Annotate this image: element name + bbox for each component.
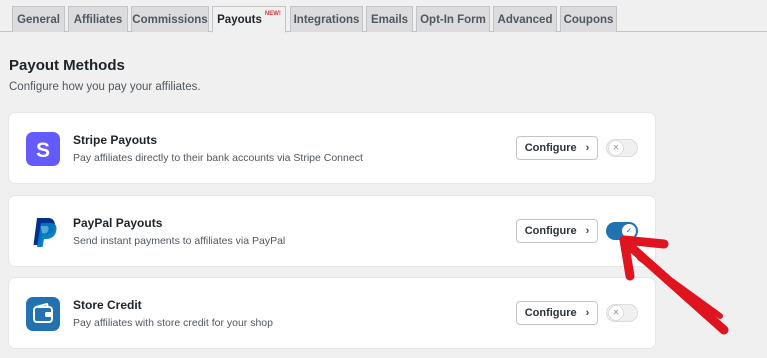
tab-payouts[interactable]: Payouts NEW! <box>212 6 286 33</box>
tab-affiliates[interactable]: Affiliates <box>68 6 128 32</box>
configure-button-paypal[interactable]: Configure › <box>516 219 598 243</box>
tab-advanced[interactable]: Advanced <box>493 6 557 32</box>
tab-label: Payouts <box>217 13 262 26</box>
configure-label: Configure <box>524 142 577 154</box>
method-description: Send instant payments to affiliates via … <box>73 235 286 247</box>
method-description: Pay affiliates with store credit for you… <box>73 317 273 329</box>
tab-label: Affiliates <box>73 13 123 26</box>
tab-label: Commissions <box>132 13 208 26</box>
toggle-off-x-icon: ✕ <box>609 141 623 155</box>
tab-opt-in-form[interactable]: Opt-In Form <box>416 6 490 32</box>
payout-method-card-store-credit: Store Credit Pay affiliates with store c… <box>9 278 655 348</box>
tab-commissions[interactable]: Commissions <box>131 6 209 32</box>
method-description: Pay affiliates directly to their bank ac… <box>73 152 363 164</box>
method-name: Store Credit <box>73 298 142 312</box>
page-description: Configure how you pay your affiliates. <box>9 81 201 93</box>
tab-label: Emails <box>370 13 409 26</box>
chevron-right-icon: › <box>585 225 590 237</box>
method-name: Stripe Payouts <box>73 133 158 147</box>
paypal-logo-icon <box>26 215 60 249</box>
chevron-right-icon: › <box>585 307 590 319</box>
tab-emails[interactable]: Emails <box>366 6 413 32</box>
svg-text:S: S <box>36 139 50 162</box>
new-badge: NEW! <box>264 10 281 17</box>
tab-label: Advanced <box>497 13 553 26</box>
paypal-enable-toggle[interactable]: ✓ <box>606 222 638 240</box>
stripe-logo-icon: S <box>26 132 60 166</box>
tab-label: Opt-In Form <box>420 13 486 26</box>
tab-coupons[interactable]: Coupons <box>560 6 617 32</box>
page-title: Payout Methods <box>9 57 125 74</box>
configure-button-store-credit[interactable]: Configure › <box>516 301 598 325</box>
checkmark-icon: ✓ <box>622 224 636 238</box>
chevron-right-icon: › <box>585 142 590 154</box>
configure-button-stripe[interactable]: Configure › <box>516 136 598 160</box>
store-credit-enable-toggle[interactable]: ✕ <box>606 304 638 322</box>
payout-method-card-stripe: S Stripe Payouts Pay affiliates directly… <box>9 113 655 183</box>
tab-label: Integrations <box>293 13 360 26</box>
method-name: PayPal Payouts <box>73 216 163 230</box>
wallet-icon <box>26 297 60 331</box>
stripe-enable-toggle[interactable]: ✕ <box>606 139 638 157</box>
settings-tabs: General Affiliates Commissions Payouts NE… <box>0 0 767 33</box>
payout-method-card-paypal: PayPal Payouts Send instant payments to … <box>9 196 655 266</box>
tab-general[interactable]: General <box>12 6 65 32</box>
toggle-off-x-icon: ✕ <box>609 306 623 320</box>
configure-label: Configure <box>524 307 577 319</box>
tab-label: Coupons <box>563 13 614 26</box>
tab-integrations[interactable]: Integrations <box>290 6 363 32</box>
tab-label: General <box>17 13 60 26</box>
configure-label: Configure <box>524 225 577 237</box>
